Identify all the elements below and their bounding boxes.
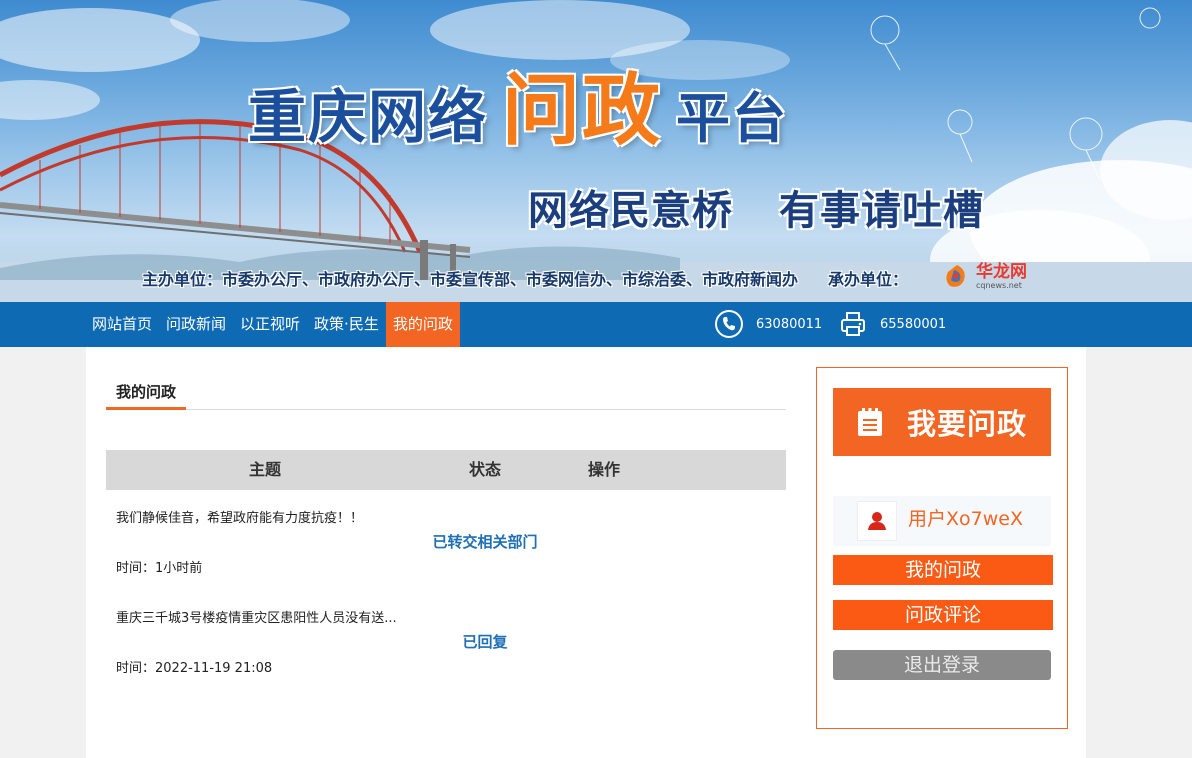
host-logo-domain: cqnews.net [976,281,1022,290]
question-status-text: 已转交相关部门 [432,533,538,551]
banner: 重庆网络 问政 平台 网络民意桥 有事请吐槽 主办单位：市委办公厅、市政府办公厅、市委… [0,0,1192,302]
phone-icon [715,310,743,338]
hualong-logo-icon [946,265,965,287]
question-comments-button[interactable]: 问政评论 [833,600,1053,630]
column-header-subject: 主题 [249,460,282,479]
question-status: 已转交相关部门 [116,531,854,552]
nav-list: 网站首页 问政新闻 以正视听 政策·民生 我的问政 [85,302,460,347]
question-time: 时间：2022-11-19 21:08 [116,661,273,676]
nav-item[interactable]: 以正视听 [233,302,307,347]
main-nav: 网站首页 问政新闻 以正视听 政策·民生 我的问政 63080011 65580001 [0,302,1192,347]
notepad-icon [858,408,882,436]
fax-contact: 65580001 [838,309,946,339]
slogan: 网络民意桥 有事请吐槽 [528,178,984,236]
table-header: 主题 状态 操作 [106,450,786,490]
site-title: 重庆网络 问政 平台 [248,48,788,160]
slogan-1: 网络民意桥 [528,188,733,234]
column-header-action: 操作 [588,460,621,479]
username: 用户Xo7weX [908,508,1023,530]
sponsor-text: 主办单位：市委办公厅、市政府办公厅、市委宣传部、市委网信办、市综治委、市政府新闻… [142,270,799,289]
user-info: 用户Xo7weX [833,496,1051,546]
question-subject-link[interactable]: 重庆三千城3号楼疫情重灾区患阳性人员没有送... [116,607,397,626]
question-status-text: 已回复 [462,633,508,651]
phone-contact: 63080011 [714,309,822,339]
host-label: 承办单位： [828,270,909,289]
question-subject-link[interactable]: 我们静候佳音，希望政府能有力度抗疫！！ [116,507,363,526]
slogan-2: 有事请吐槽 [779,188,984,234]
question-time: 时间：1小时前 [116,561,203,576]
nav-item[interactable]: 网站首页 [85,302,159,347]
phone-number: 63080011 [756,316,823,332]
user-sidebar: 我要问政 用户Xo7weX 我的问政 问政评论 退出登录 [816,367,1068,729]
sponsor-line: 主办单位：市委办公厅、市政府办公厅、市委宣传部、市委网信办、市综治委、市政府新闻… [142,266,908,290]
logout-button[interactable]: 退出登录 [833,650,1051,680]
avatar [857,501,897,541]
fax-number: 65580001 [880,316,947,332]
site-title-part1: 重庆网络 [248,83,489,151]
question-status: 已回复 [116,631,854,652]
nav-item[interactable]: 我的问政 [385,302,460,347]
ask-question-label: 我要问政 [907,407,1028,441]
tab-my-questions[interactable]: 我的问政 [106,379,187,410]
site-title-highlight: 问政 [502,66,663,156]
nav-item[interactable]: 问政新闻 [159,302,233,347]
site-title-part2: 平台 [676,87,789,150]
my-questions-button[interactable]: 我的问政 [833,555,1053,585]
user-icon [868,512,886,530]
section-tabs: 我的问政 [106,379,786,410]
fax-icon [841,312,865,336]
column-header-status: 状态 [469,460,502,479]
ask-question-button[interactable]: 我要问政 [833,388,1051,456]
host-logo[interactable]: 华龙网 cqnews.net [942,262,1027,292]
nav-item[interactable]: 政策·民生 [307,302,386,347]
host-logo-name: 华龙网 [976,262,1027,282]
